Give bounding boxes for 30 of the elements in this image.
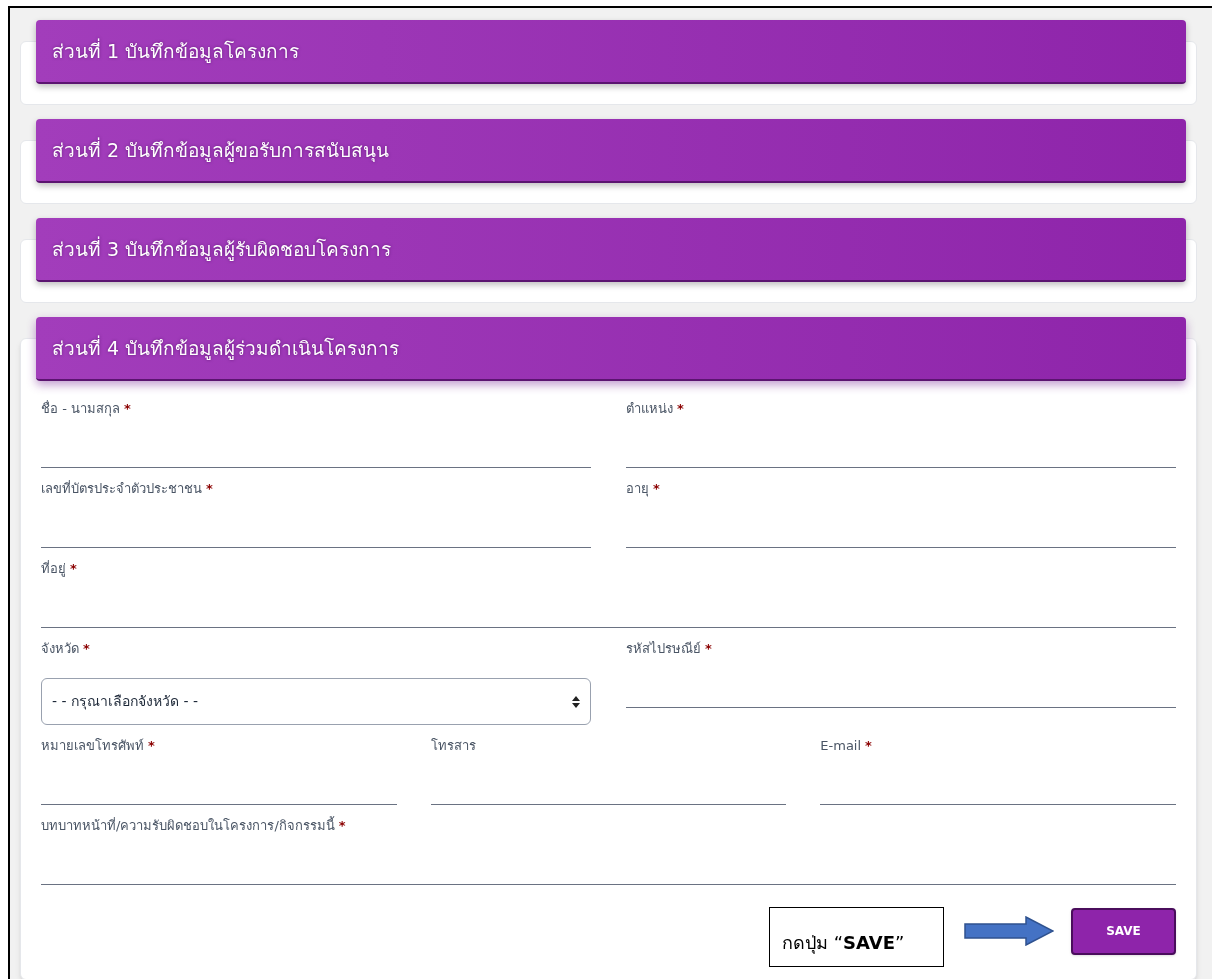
save-button[interactable]: SAVE: [1071, 907, 1176, 955]
field-label: จังหวัด: [41, 640, 79, 659]
required-mark: *: [677, 400, 684, 419]
field-label: E-mail: [820, 737, 862, 756]
required-mark: *: [123, 400, 131, 419]
field-label: อายุ: [626, 480, 649, 499]
required-mark: *: [70, 560, 77, 579]
required-mark: *: [148, 737, 155, 756]
section-header[interactable]: ส่วนที่ 1 บันทึกข้อมูลโครงการ: [36, 20, 1186, 84]
field-label: ชื่อ - นามสกุล: [41, 399, 120, 419]
field-label: หมายเลขโทรศัพท์: [41, 737, 144, 756]
required-mark: *: [338, 817, 346, 836]
required-mark: *: [653, 480, 660, 499]
field-label: โทรสาร: [430, 737, 476, 756]
required-mark: *: [705, 640, 712, 659]
required-mark: *: [83, 640, 90, 659]
section-header[interactable]: ส่วนที่ 4 บันทึกข้อมูลผู้ร่วมดำเนินโครงการ: [36, 317, 1186, 381]
section-header[interactable]: ส่วนที่ 2 บันทึกข้อมูลผู้ขอรับการสนับสนุน: [36, 119, 1186, 183]
required-mark: *: [865, 737, 872, 756]
arrow-icon: [964, 916, 1054, 946]
field-label: รหัสไปรษณีย์: [626, 640, 701, 659]
required-mark: *: [206, 480, 213, 499]
section-header[interactable]: ส่วนที่ 3 บันทึกข้อมูลผู้รับผิดชอบโครงการ: [36, 218, 1186, 282]
field-label: ที่อยู่: [41, 559, 66, 579]
sort-arrows-icon: [572, 695, 580, 708]
field-label: บทบาทหน้าที่/ความรับผิดชอบในโครงการ/กิจกรรมนี้: [41, 816, 335, 836]
field-label: เลขที่บัตรประจำตัวประชาชน: [41, 479, 202, 499]
province-select[interactable]: - - กรุณาเลือกจังหวัด - -: [41, 678, 591, 725]
field-label: ตำแหน่ง: [626, 400, 673, 419]
callout-note: กดปุ่ม “SAVE”: [769, 907, 944, 967]
